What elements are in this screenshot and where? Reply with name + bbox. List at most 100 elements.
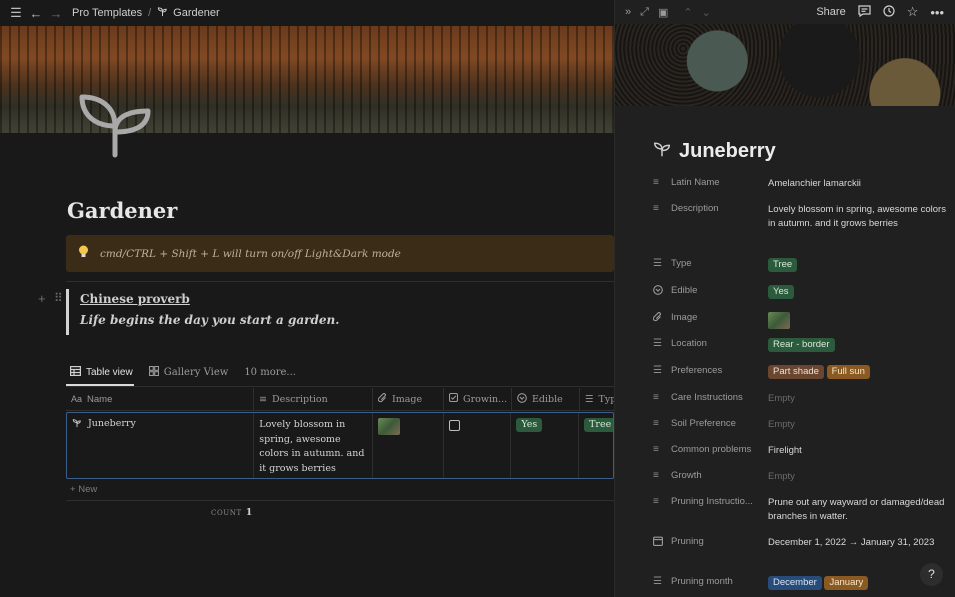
comment-icon[interactable] [858,4,871,20]
cell-growing[interactable] [444,413,512,478]
property-value[interactable]: Empty [768,470,948,484]
type-tag[interactable]: Tree [768,258,798,272]
property-care-instructions[interactable]: ≡ Care Instructions Empty [653,392,953,406]
property-value[interactable]: Prune out any wayward or damaged/dead br… [768,496,948,524]
preference-tag[interactable]: Part shade [768,365,824,379]
row-count[interactable]: COUNT 1 [211,507,252,518]
column-header-type[interactable]: ☰ Typ [580,388,614,410]
property-location[interactable]: ☰ Location Rear - border [653,338,953,352]
breadcrumb-page[interactable]: Gardener [173,7,219,19]
property-image[interactable]: Image [652,312,953,329]
tab-gallery-view[interactable]: Gallery View [148,365,229,379]
property-pruning[interactable]: Pruning December 1, 2022 → January 31, 2… [653,536,953,550]
property-edible[interactable]: Edible Yes [653,285,953,299]
property-growth[interactable]: ≡ Growth Empty [653,470,953,484]
peek-cover-image[interactable] [615,24,955,106]
lines-icon: ≡ [259,393,267,405]
calendar-icon [653,536,663,549]
row-name: Juneberry [88,418,136,429]
preference-tag[interactable]: Full sun [826,365,870,379]
column-label: Image [392,393,423,405]
help-button[interactable]: ? [920,563,943,586]
type-tag: Tree [584,418,613,432]
property-description[interactable]: ≡ Description Lovely blossom in spring, a… [653,203,953,231]
chevron-down-icon[interactable]: ⌄ [702,6,711,19]
list-icon: ☰ [653,258,662,269]
quote-title[interactable]: Chinese proverb [80,292,614,306]
column-header-description[interactable]: ≡ Description [254,388,373,410]
window-icon[interactable]: ▣ [658,6,668,19]
property-value[interactable]: Firelight [768,444,948,458]
column-header-edible[interactable]: Edible [512,388,580,410]
property-label: Type [671,258,692,269]
property-value[interactable]: Amelanchier lamarckii [768,177,948,191]
collapse-icon[interactable]: » [625,6,631,19]
column-header-growing[interactable]: Growin... [444,388,512,410]
page-title[interactable]: Gardener [67,198,177,223]
breadcrumb-separator: / [148,7,152,19]
property-soil-preference[interactable]: ≡ Soil Preference Empty [653,418,953,432]
callout-block[interactable]: cmd/CTRL + Shift + L will turn on/off Li… [66,235,614,272]
peek-title[interactable]: Juneberry [679,140,776,163]
location-tag[interactable]: Rear - border [768,338,835,352]
divider [66,500,614,501]
drag-handle-icon[interactable]: ⠿ [54,291,63,305]
share-button[interactable]: Share [816,6,845,18]
property-label: Edible [671,285,698,296]
property-value[interactable]: Lovely blossom in spring, awesome colors… [768,203,948,231]
star-icon[interactable]: ☆ [907,4,919,20]
tab-label: 10 more... [244,367,296,378]
add-block-icon[interactable]: + [38,291,46,306]
property-value[interactable]: Empty [768,418,948,432]
property-value[interactable]: Empty [768,392,948,406]
divider [66,386,614,387]
back-arrow-icon[interactable]: ← [26,6,46,21]
column-header-name[interactable]: Aa Name [66,388,254,410]
quote-block[interactable]: Chinese proverb Life begins the day you … [66,289,614,335]
tab-label: Gallery View [163,367,229,378]
cell-image[interactable] [373,413,444,478]
property-label: Description [671,203,719,214]
forward-arrow-icon[interactable]: → [46,6,66,21]
edible-icon [653,285,663,298]
peek-toolbar: » ⤢ ▣ ⌃ ⌄ Share ☆ ••• [615,0,955,24]
tab-more-views[interactable]: 10 more... [244,366,296,379]
sprout-icon[interactable] [78,92,152,158]
sprout-icon [157,6,168,20]
sprout-icon[interactable] [653,141,671,162]
tab-label: Table view [86,367,133,378]
breadcrumb-parent[interactable]: Pro Templates [72,7,142,19]
cell-description[interactable]: Lovely blossom in spring, awesome colors… [254,413,373,478]
month-tag[interactable]: December [768,576,822,590]
property-preferences[interactable]: ☰ Preferences Part shade Full sun [653,365,953,379]
property-label: Common problems [671,444,752,455]
property-label: Pruning month [671,576,733,587]
menu-icon[interactable]: ☰ [6,5,26,21]
property-pruning-instructions[interactable]: ≡ Pruning Instructio... Prune out any way… [653,496,953,524]
peek-title-row: Juneberry [653,140,776,163]
property-latin-name[interactable]: ≡ Latin Name Amelanchier lamarckii [653,177,953,191]
property-pruning-month[interactable]: ☰ Pruning month December January [653,576,953,590]
tab-table-view[interactable]: Table view [70,366,133,379]
month-tag[interactable]: January [824,576,869,590]
property-type[interactable]: ☰ Type Tree [653,258,953,272]
more-icon[interactable]: ••• [930,5,944,20]
image-thumbnail[interactable] [768,312,790,329]
lines-icon: ≡ [653,496,659,507]
cell-name[interactable]: Juneberry [67,413,255,478]
clock-icon[interactable] [883,4,895,20]
growing-checkbox[interactable] [448,420,460,431]
image-thumbnail[interactable] [377,418,400,435]
cell-edible[interactable]: Yes [511,413,580,478]
column-header-image[interactable]: Image [373,388,444,410]
edible-tag[interactable]: Yes [768,285,794,299]
table-row[interactable]: Juneberry Lovely blossom in spring, awes… [66,412,614,479]
expand-icon[interactable]: ⤢ [640,6,649,19]
chevron-up-icon[interactable]: ⌃ [683,6,692,19]
property-value[interactable]: December 1, 2022 → January 31, 2023 [768,536,948,550]
property-label: Soil Preference [671,418,736,429]
sprout-icon [72,418,82,473]
cell-type[interactable]: Tree [579,413,613,478]
new-row-button[interactable]: + New [70,484,97,495]
property-common-problems[interactable]: ≡ Common problems Firelight [653,444,953,458]
